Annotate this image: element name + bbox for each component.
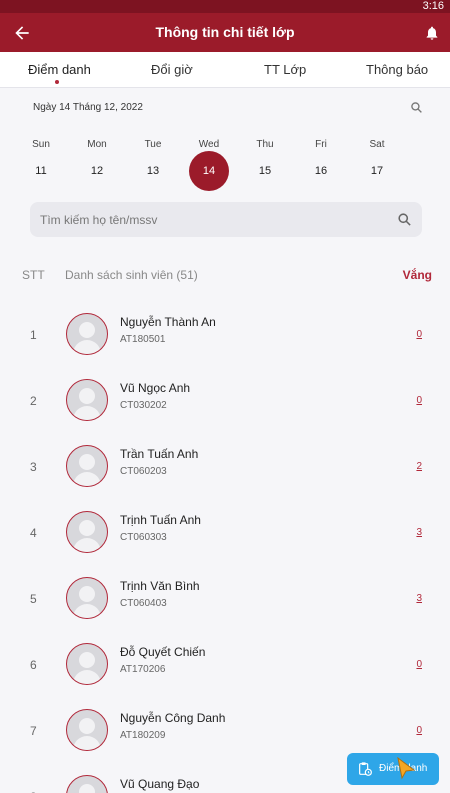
tab-bar: Điểm danh Đổi giờ TT Lớp Thông báo xyxy=(0,52,450,88)
student-list-title: Danh sách sinh viên (51) xyxy=(65,268,198,282)
search-icon[interactable] xyxy=(397,212,412,227)
avatar xyxy=(66,775,108,793)
column-absent: Vắng xyxy=(402,268,432,282)
avatar xyxy=(66,511,108,553)
column-stt: STT xyxy=(22,268,45,282)
absent-count-link[interactable]: 0 xyxy=(416,725,422,736)
student-id: AT180501 xyxy=(120,334,166,345)
student-name: Nguyễn Thành An xyxy=(120,315,216,329)
student-id: CT060203 xyxy=(120,466,167,477)
status-bar: 3:16 xyxy=(0,0,450,13)
day-name: Mon xyxy=(87,139,107,150)
student-name: Nguyễn Công Danh xyxy=(120,711,226,725)
day-tue[interactable]: Tue 13 xyxy=(133,138,173,190)
day-name: Tue xyxy=(144,139,162,150)
student-name: Vũ Quang Đạo xyxy=(120,777,200,791)
student-name: Đỗ Quyết Chiến xyxy=(120,645,206,659)
table-row[interactable]: 1 Nguyễn Thành An AT180501 0 xyxy=(0,302,450,368)
bell-icon[interactable] xyxy=(424,25,440,41)
status-time: 3:16 xyxy=(422,0,444,12)
table-row[interactable]: 6 Đỗ Quyết Chiến AT170206 0 xyxy=(0,632,450,698)
table-row[interactable]: 5 Trịnh Văn Bình CT060403 3 xyxy=(0,566,450,632)
search-icon[interactable] xyxy=(410,101,423,114)
current-date: Ngày 14 Tháng 12, 2022 xyxy=(33,102,143,113)
student-id: AT170206 xyxy=(120,664,166,675)
tab-thong-bao[interactable]: Thông báo xyxy=(366,62,428,77)
day-number: 13 xyxy=(146,165,160,177)
page-title: Thông tin chi tiết lớp xyxy=(155,24,295,40)
day-number: 11 xyxy=(35,165,47,177)
student-id: CT060403 xyxy=(120,598,167,609)
student-search xyxy=(30,202,422,237)
avatar xyxy=(66,643,108,685)
absent-count-link[interactable]: 0 xyxy=(416,329,422,340)
tab-tt-lop[interactable]: TT Lớp xyxy=(264,62,306,77)
day-sun[interactable]: Sun 11 xyxy=(21,138,61,190)
student-name: Trần Tuấn Anh xyxy=(120,447,199,461)
row-stt: 4 xyxy=(30,526,37,540)
day-number: 14 xyxy=(202,165,216,177)
absent-count-link[interactable]: 0 xyxy=(416,395,422,406)
row-stt: 2 xyxy=(30,394,37,408)
day-name: Wed xyxy=(198,139,220,150)
clipboard-clock-icon xyxy=(359,762,372,776)
avatar xyxy=(66,709,108,751)
absent-count-link[interactable]: 3 xyxy=(416,593,422,604)
attendance-button[interactable]: Điểm danh xyxy=(347,753,439,785)
day-fri[interactable]: Fri 16 xyxy=(301,138,341,190)
app-bar: Thông tin chi tiết lớp xyxy=(0,13,450,52)
week-calendar: Sun 11 Mon 12 Tue 13 Wed 14 Thu 15 Fri 16 Sat 17 xyxy=(32,138,425,191)
student-name: Vũ Ngọc Anh xyxy=(120,381,191,395)
student-id: CT060303 xyxy=(120,532,167,543)
student-name: Trịnh Văn Bình xyxy=(120,579,200,593)
day-number: 12 xyxy=(90,165,104,177)
day-wed[interactable]: Wed 14 xyxy=(189,138,229,191)
active-tab-indicator xyxy=(55,80,59,84)
student-list: 1 Nguyễn Thành An AT180501 0 2 Vũ Ngọc Anh CT0… xyxy=(0,302,450,793)
row-stt: 3 xyxy=(30,460,37,474)
table-row[interactable]: 2 Vũ Ngọc Anh CT030202 0 xyxy=(0,368,450,434)
student-name: Trịnh Tuấn Anh xyxy=(120,513,201,527)
day-name: Sun xyxy=(32,139,50,150)
tab-doi-gio[interactable]: Đổi giờ xyxy=(151,62,193,77)
row-stt: 7 xyxy=(30,724,37,738)
day-name: Sat xyxy=(369,139,385,150)
avatar xyxy=(66,313,108,355)
day-name: Fri xyxy=(315,139,327,150)
day-number: 15 xyxy=(258,165,272,177)
row-stt: 1 xyxy=(30,328,37,342)
table-row[interactable]: 4 Trịnh Tuấn Anh CT060303 3 xyxy=(0,500,450,566)
day-name: Thu xyxy=(256,139,274,150)
mouse-cursor-icon xyxy=(397,756,416,780)
student-id: CT030202 xyxy=(120,400,167,411)
avatar xyxy=(66,445,108,487)
absent-count-link[interactable]: 2 xyxy=(416,461,422,472)
list-header: STT Danh sách sinh viên (51) Vắng xyxy=(0,268,450,284)
avatar xyxy=(66,379,108,421)
search-input[interactable] xyxy=(30,202,390,237)
day-thu[interactable]: Thu 15 xyxy=(245,138,285,190)
row-stt: 6 xyxy=(30,658,37,672)
row-stt: 5 xyxy=(30,592,37,606)
avatar xyxy=(66,577,108,619)
day-mon[interactable]: Mon 12 xyxy=(77,138,117,190)
day-sat[interactable]: Sat 17 xyxy=(357,138,397,190)
absent-count-link[interactable]: 0 xyxy=(416,659,422,670)
student-id: AT180209 xyxy=(120,730,166,741)
day-number: 16 xyxy=(314,165,328,177)
absent-count-link[interactable]: 3 xyxy=(416,527,422,538)
day-number: 17 xyxy=(370,165,384,177)
tab-diem-danh[interactable]: Điểm danh xyxy=(28,62,91,77)
table-row[interactable]: 3 Trần Tuấn Anh CT060203 2 xyxy=(0,434,450,500)
